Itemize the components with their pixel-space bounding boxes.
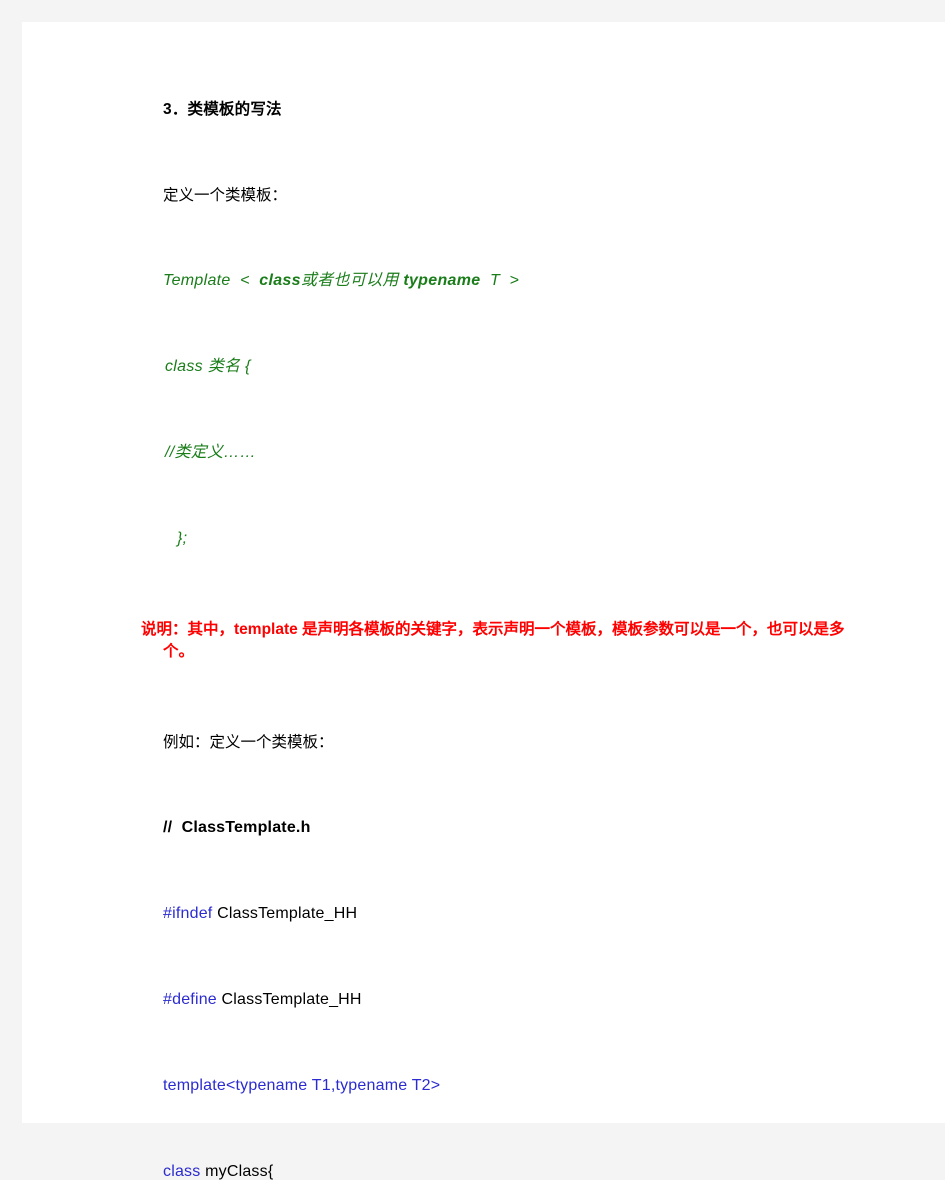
note-text: 说明：其中，template 是声明各模板的关键字，表示声明一个模板，模板参数可… [141,620,845,660]
code-line-define: #define ClassTemplate_HH [163,992,863,1008]
note-template-keyword: 说明：其中，template 是声明各模板的关键字，表示声明一个模板，模板参数可… [141,619,863,664]
code-class-body-comment: //类定义…… [165,444,256,461]
code-ifndef-symbol: ClassTemplate_HH [212,905,358,923]
code-template-declaration: Template < class或者也可以用 typename T > [163,273,863,289]
code-file-comment: // ClassTemplate.h [163,819,311,837]
code-line-ifndef: #ifndef ClassTemplate_HH [163,906,863,922]
code-template-params-2: T2> [407,1077,441,1095]
code-keyword-class: class [259,272,301,289]
code-template-mid: 或者也可以用 [300,272,404,289]
code-keyword-class-decl: class [163,1163,201,1180]
code-directive-define: #define [163,991,217,1009]
code-directive-ifndef: #ifndef [163,905,213,923]
code-keyword-typename: typename [403,272,481,289]
code-template-suffix: T > [480,272,520,289]
document-content: 3．类模板的写法 定义一个类模板： Template < class或者也可以用… [141,101,863,1180]
code-class-name-line: class 类名 { [165,358,251,375]
paragraph-define-intro: 定义一个类模板： [163,186,288,204]
code-class-identifier: myClass{ [200,1163,274,1180]
code-define-symbol: ClassTemplate_HH [216,991,362,1009]
code-class-close-brace: }; [177,530,188,547]
page-title: 3．类模板的写法 [163,101,282,118]
document-page: 3．类模板的写法 定义一个类模板： Template < class或者也可以用… [22,22,945,1180]
code-template-prefix: Template < [163,272,260,289]
code-line-template: template<typename T1,typename T2> [163,1078,863,1094]
paragraph-example-intro: 例如：定义一个类模板： [163,733,334,751]
code-keyword-template: template<typename [163,1077,308,1095]
code-line-class: class myClass{ [163,1164,863,1180]
code-template-params-1: T1,typename [307,1077,408,1095]
